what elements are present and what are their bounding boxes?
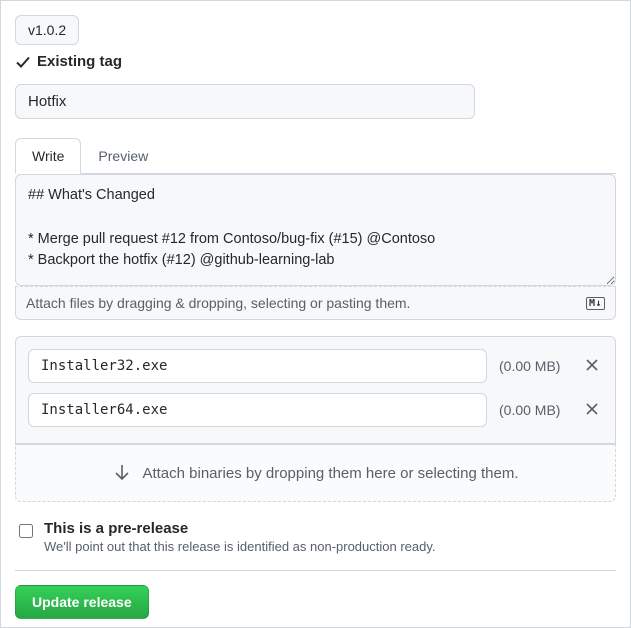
existing-tag-label: Existing tag: [37, 53, 122, 70]
binary-name-input[interactable]: [28, 349, 487, 383]
tab-preview[interactable]: Preview: [81, 138, 165, 174]
binary-remove-button[interactable]: [581, 402, 603, 419]
tag-select[interactable]: v1.0.2: [15, 15, 79, 45]
binary-row: (0.00 MB): [28, 393, 603, 427]
check-icon: [15, 54, 31, 70]
binary-remove-button[interactable]: [581, 358, 603, 375]
binaries-drop-zone[interactable]: Attach binaries by dropping them here or…: [15, 444, 616, 502]
existing-tag-status: Existing tag: [15, 53, 616, 70]
binary-row: (0.00 MB): [28, 349, 603, 383]
description-tabs: Write Preview: [15, 137, 616, 174]
close-icon: [585, 402, 599, 416]
prerelease-hint: We'll point out that this release is ide…: [44, 539, 436, 554]
binaries-list: (0.00 MB) (0.00 MB): [15, 336, 616, 444]
download-arrow-icon: [112, 463, 132, 483]
divider: [15, 570, 616, 571]
attach-files-text: Attach files by dragging & dropping, sel…: [26, 295, 410, 311]
binaries-drop-hint: Attach binaries by dropping them here or…: [142, 465, 518, 482]
update-release-button[interactable]: Update release: [15, 585, 149, 619]
binary-name-input[interactable]: [28, 393, 487, 427]
close-icon: [585, 358, 599, 372]
tab-write[interactable]: Write: [15, 138, 81, 174]
prerelease-checkbox[interactable]: [19, 524, 33, 538]
markdown-icon: M↓: [586, 297, 605, 310]
tag-value: v1.0.2: [28, 22, 66, 38]
description-textarea[interactable]: [15, 174, 616, 286]
release-title-input[interactable]: [15, 84, 475, 119]
attach-files-hint[interactable]: Attach files by dragging & dropping, sel…: [15, 286, 616, 320]
prerelease-section: This is a pre-release We'll point out th…: [15, 520, 616, 554]
binary-size: (0.00 MB): [499, 402, 569, 418]
binary-size: (0.00 MB): [499, 358, 569, 374]
release-form: v1.0.2 Existing tag Write Preview Attach…: [0, 0, 631, 628]
prerelease-label: This is a pre-release: [44, 520, 436, 537]
